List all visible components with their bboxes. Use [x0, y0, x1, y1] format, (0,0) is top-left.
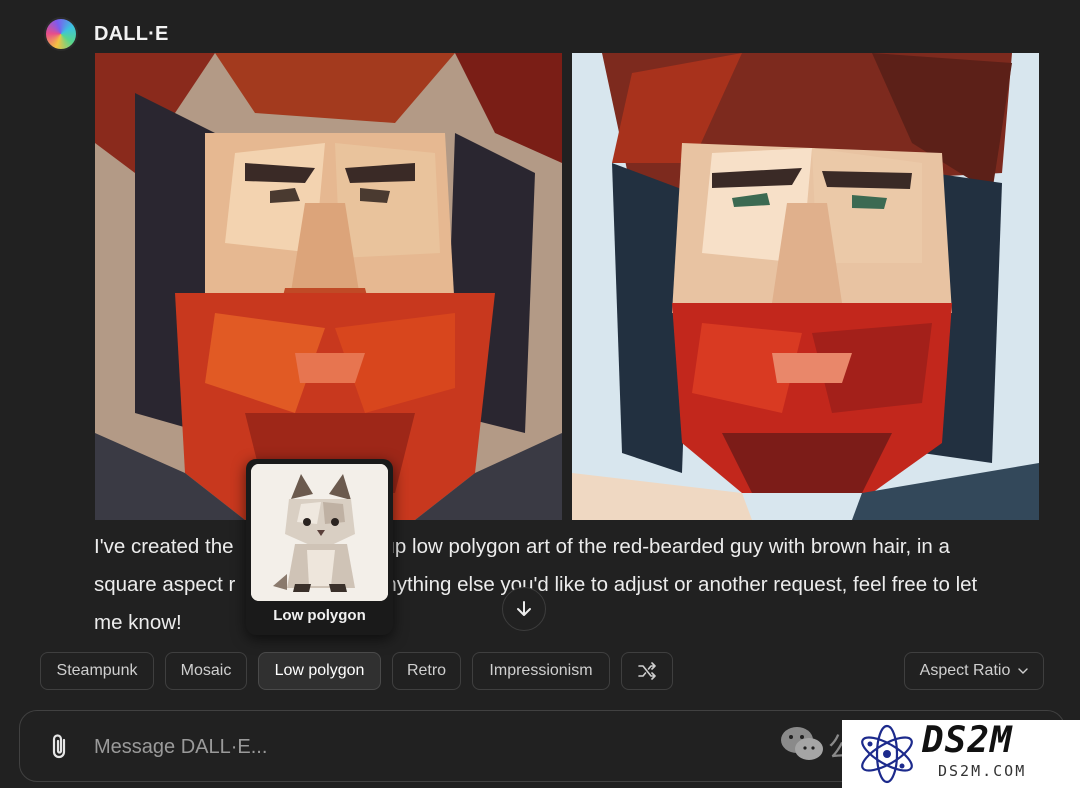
atom-logo-icon — [861, 724, 913, 784]
response-line2-end: nything else you'd like to adjust or ano… — [385, 573, 978, 596]
style-chip-impressionism[interactable]: Impressionism — [472, 652, 610, 690]
low-polygon-preview-image — [251, 464, 388, 601]
response-line2-start: square aspect r — [94, 573, 236, 596]
ds2m-watermark: DS2M DS2M.COM — [842, 720, 1080, 788]
response-line1-start: I've created the — [94, 535, 234, 558]
message-input[interactable] — [94, 729, 694, 765]
style-chip-steampunk[interactable]: Steampunk — [40, 652, 154, 690]
style-preview-tooltip: Low polygon — [246, 459, 393, 635]
scroll-down-button[interactable] — [502, 587, 546, 631]
aspect-ratio-label: Aspect Ratio — [919, 662, 1011, 679]
arrow-down-icon — [517, 601, 531, 616]
aspect-ratio-dropdown[interactable]: Aspect Ratio — [904, 652, 1044, 690]
assistant-header: DALL·E — [44, 16, 169, 52]
response-line1-end: up low polygon art of the red-bearded gu… — [383, 535, 950, 558]
tooltip-label: Low polygon — [273, 607, 366, 624]
assistant-name: DALL·E — [94, 22, 169, 45]
watermark-title: DS2M — [922, 720, 1013, 761]
generated-image-2[interactable] — [572, 53, 1039, 520]
assistant-response: I've created the up low polygon art of th… — [94, 528, 1034, 642]
style-chip-low-polygon[interactable]: Low polygon — [258, 652, 381, 690]
dalle-avatar — [44, 17, 78, 51]
style-chip-mosaic[interactable]: Mosaic — [165, 652, 247, 690]
generated-image-1[interactable] — [95, 53, 562, 520]
wechat-icon — [781, 727, 823, 760]
chevron-down-icon — [1018, 668, 1029, 674]
style-chip-retro[interactable]: Retro — [392, 652, 461, 690]
shuffle-icon — [638, 662, 656, 680]
watermark-subtitle: DS2M.COM — [938, 762, 1027, 780]
response-line3: me know! — [94, 611, 182, 634]
paperclip-icon[interactable] — [48, 733, 72, 761]
shuffle-button[interactable] — [621, 652, 673, 690]
